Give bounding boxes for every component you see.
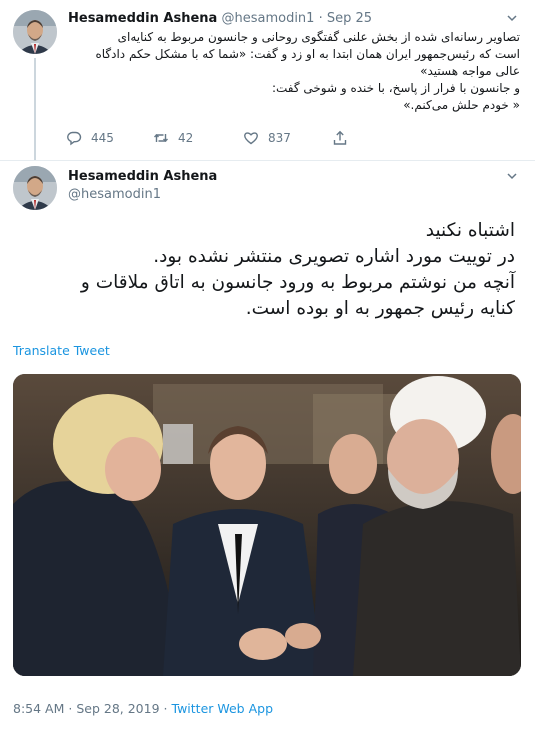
tweet-header: Hesameddin Ashena @hesamodin1 [68, 168, 217, 204]
share-icon [333, 130, 347, 145]
quoted-tweet[interactable]: Hesameddin Ashena @hesamodin1 · Sep 25 ت… [0, 0, 535, 160]
avatar[interactable] [13, 166, 57, 210]
meta-separator: · [163, 701, 168, 716]
tweet-text-line: است که رئیس‌جمهور ایران همان ابتدا به او… [95, 47, 520, 61]
like-icon [244, 132, 258, 145]
chevron-down-icon[interactable] [505, 169, 519, 183]
user-handle[interactable]: @hesamodin1 [68, 186, 217, 204]
tweet-text-line: و جانسون با فرار از پاسخ، با خنده و شوخی… [271, 81, 520, 95]
tweet-photo[interactable] [13, 374, 521, 676]
tweet-source-link[interactable]: Twitter Web App [172, 701, 274, 716]
avatar[interactable] [13, 10, 57, 54]
retweet-icon [154, 134, 168, 142]
tweet-text-line: آنچه من نوشتم مربوط به ورود جانسون به ات… [80, 272, 515, 293]
tweet-text: اشتباه نکنید در توییت مورد اشاره تصویری … [10, 218, 515, 322]
share-button[interactable] [332, 128, 348, 148]
tweet-date[interactable]: Sep 25 [327, 11, 372, 26]
meta-separator: · [68, 701, 73, 716]
tweet-text-line: در توییت مورد اشاره تصویری منتشر نشده بو… [153, 246, 515, 267]
user-handle[interactable]: @hesamodin1 [221, 11, 314, 26]
tweet-meta: 8:54 AM · Sep 28, 2019 · Twitter Web App [13, 701, 273, 716]
tweet-text-line: « خودم حلش می‌کنم.» [403, 98, 520, 112]
display-name[interactable]: Hesameddin Ashena [68, 168, 217, 186]
reply-count: 445 [91, 131, 114, 145]
tweet-date[interactable]: Sep 28, 2019 [76, 701, 159, 716]
tweet-text-line: عالی مواجه هستید» [420, 64, 520, 78]
thread-line [34, 58, 36, 160]
tweet-text-line: تصاویر رسانه‌ای شده از بخش علنی گفتگوی ر… [117, 30, 520, 44]
tweet-header: Hesameddin Ashena @hesamodin1 · Sep 25 [68, 10, 372, 28]
tweet-time[interactable]: 8:54 AM [13, 701, 64, 716]
reply-button[interactable]: 445 [66, 128, 114, 148]
like-button[interactable]: 837 [243, 128, 291, 148]
translate-tweet-link[interactable]: Translate Tweet [13, 343, 110, 358]
reply-icon [67, 131, 82, 146]
chevron-down-icon[interactable] [505, 11, 519, 25]
retweet-button[interactable]: 42 [153, 128, 193, 148]
tweet-text-line: اشتباه نکنید [425, 220, 515, 241]
header-separator: · [318, 11, 323, 26]
like-count: 837 [268, 131, 291, 145]
tweet-text: تصاویر رسانه‌ای شده از بخش علنی گفتگوی ر… [68, 29, 520, 114]
tweet-divider [0, 160, 535, 161]
display-name[interactable]: Hesameddin Ashena [68, 11, 217, 26]
retweet-count: 42 [178, 131, 194, 145]
tweet-text-line: کنایه رئیس جمهور به او بوده است. [245, 298, 515, 319]
tweet-actions: 445 42 837 [66, 128, 366, 148]
